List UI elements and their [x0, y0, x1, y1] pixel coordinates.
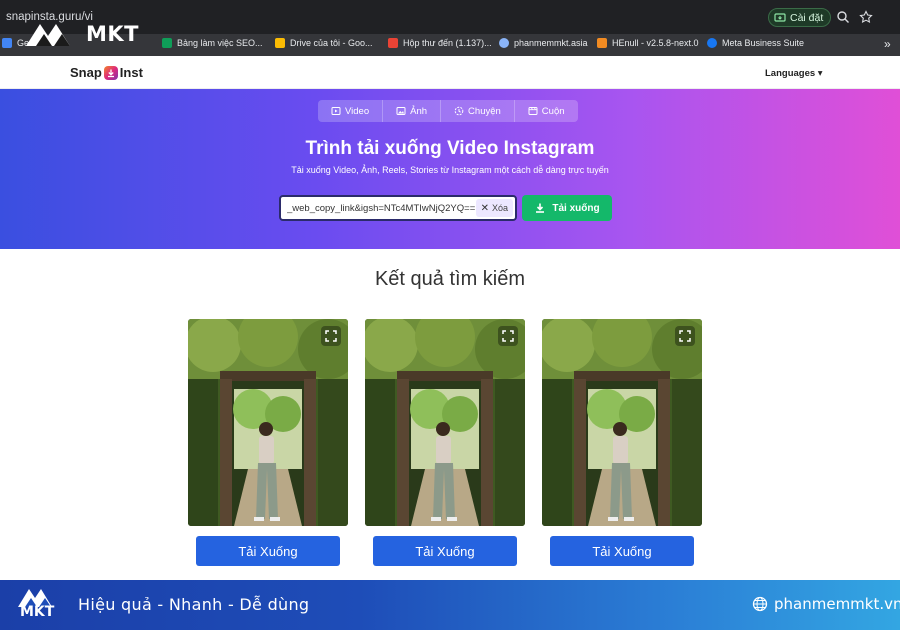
footer-mkt-logo: MKT	[16, 586, 62, 624]
result-card	[365, 319, 525, 526]
sheets-icon	[162, 38, 172, 48]
hero-title: Trình tải xuống Video Instagram	[305, 138, 595, 159]
install-app-button[interactable]: Cài đặt	[768, 8, 832, 27]
bookmark-item[interactable]: Drive của tôi - Goo...	[275, 38, 373, 48]
instagram-url-input[interactable]	[281, 197, 476, 219]
bookmark-item[interactable]: Hộp thư đến (1.137)...	[388, 38, 492, 48]
url-input-container: ✕ Xóa	[279, 195, 517, 221]
languages-dropdown[interactable]: Languages ▾	[765, 68, 823, 79]
tab-reel[interactable]: Cuộn	[515, 100, 578, 122]
globe-icon	[752, 596, 768, 612]
tab-image[interactable]: Ảnh	[383, 100, 442, 122]
meta-icon	[707, 38, 717, 48]
fullscreen-icon	[325, 330, 337, 342]
mkt-watermark-text: MKT	[86, 22, 139, 46]
tab-story[interactable]: Chuyện	[441, 100, 515, 122]
result-card	[188, 319, 348, 526]
footer-website: phanmemmkt.vn	[752, 595, 900, 613]
bookmark-item[interactable]: Bảng làm việc SEO...	[162, 38, 263, 48]
footer-slogan: Hiệu quả - Nhanh - Dễ dùng	[78, 595, 310, 614]
footer-logo-text: MKT	[20, 604, 55, 620]
download-icon	[536, 203, 545, 213]
result-thumbnail[interactable]	[188, 319, 348, 526]
video-icon	[331, 107, 341, 115]
tab-video[interactable]: Video	[318, 100, 384, 122]
install-label: Cài đặt	[790, 11, 824, 24]
install-icon	[774, 12, 786, 22]
drive-icon	[275, 38, 285, 48]
expand-button[interactable]	[498, 326, 518, 346]
reel-icon	[528, 107, 538, 115]
bookmark-item[interactable]: HEnull - v2.5.8-next.0	[597, 38, 699, 48]
hero-section: Video Ảnh Chuyện Cuộn Trình tải xuống Vi…	[0, 89, 900, 249]
expand-button[interactable]	[321, 326, 341, 346]
image-icon	[396, 107, 406, 115]
download-result-button[interactable]: Tải Xuống	[550, 536, 694, 566]
gmail-icon	[388, 38, 398, 48]
henull-icon	[597, 38, 607, 48]
clear-button[interactable]: ✕ Xóa	[475, 199, 513, 217]
download-result-button[interactable]: Tải Xuống	[196, 536, 340, 566]
download-logo-icon	[103, 65, 118, 80]
hero-subtitle: Tải xuống Video, Ảnh, Reels, Stories từ …	[291, 165, 609, 175]
bookmark-item[interactable]: phanmemmkt.asia	[499, 38, 588, 48]
star-icon[interactable]	[859, 10, 873, 24]
results-title: Kết quả tìm kiếm	[374, 268, 526, 290]
mkt-watermark-logo: MKT	[24, 20, 139, 48]
story-icon	[454, 106, 464, 116]
site-logo[interactable]: Snap Inst	[70, 65, 143, 80]
footer-banner: MKT Hiệu quả - Nhanh - Dễ dùng phanmemmk…	[0, 580, 900, 630]
zoom-icon[interactable]	[836, 10, 850, 24]
bookmark-favicon-icon	[2, 38, 12, 48]
site-header: Snap Inst Languages ▾	[0, 56, 900, 89]
result-card	[542, 319, 702, 526]
result-thumbnail[interactable]	[365, 319, 525, 526]
fullscreen-icon	[502, 330, 514, 342]
footer-website-text: phanmemmkt.vn	[774, 595, 900, 613]
close-icon: ✕	[480, 202, 489, 214]
bookmarks-more-button[interactable]: »	[884, 37, 891, 51]
site-favicon-icon	[499, 38, 509, 48]
mkt-mountain-icon	[26, 24, 70, 46]
download-button[interactable]: Tải xuống	[522, 195, 612, 221]
download-result-button[interactable]: Tải Xuống	[373, 536, 517, 566]
media-type-tabs: Video Ảnh Chuyện Cuộn	[318, 100, 578, 122]
fullscreen-icon	[679, 330, 691, 342]
expand-button[interactable]	[675, 326, 695, 346]
result-thumbnail[interactable]	[542, 319, 702, 526]
bookmark-item[interactable]: Meta Business Suite	[707, 38, 804, 48]
